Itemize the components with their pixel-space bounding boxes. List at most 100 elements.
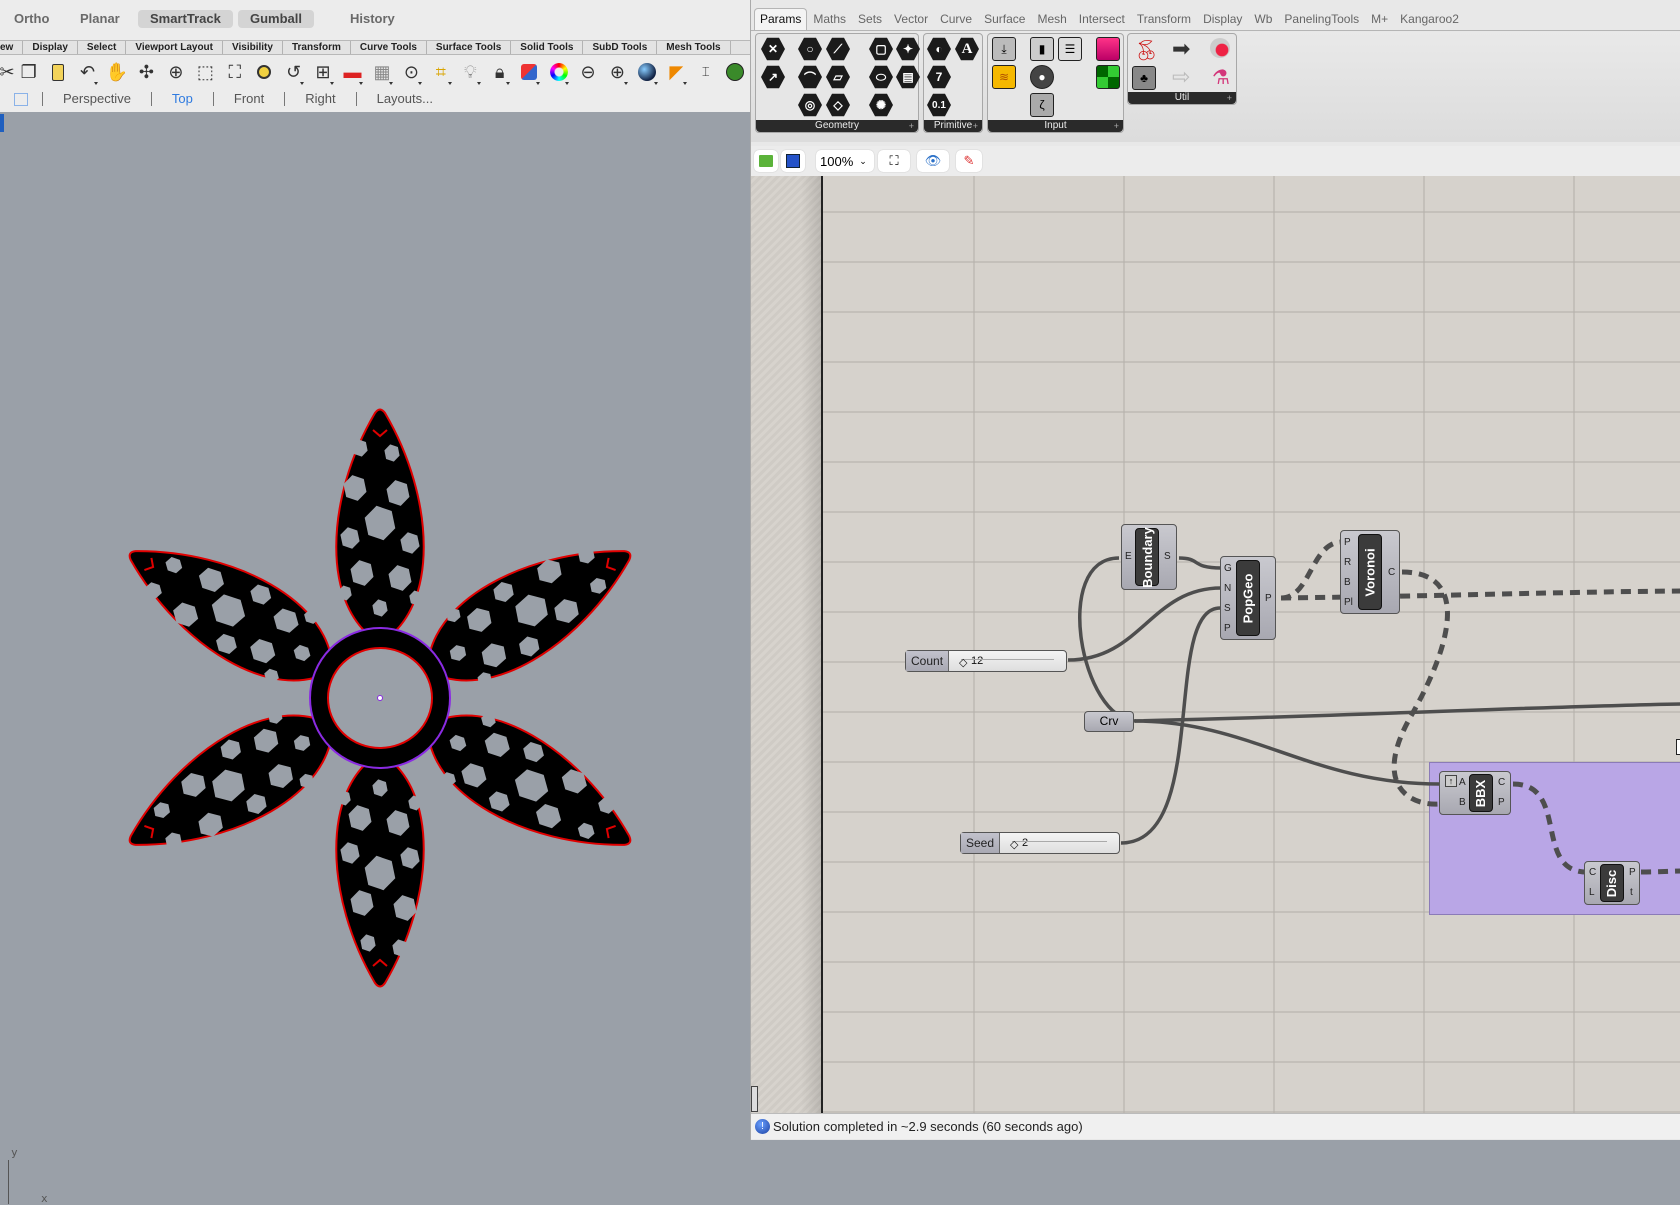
slider-seed-track[interactable]: ◇ 2: [1000, 833, 1119, 853]
toggle-history[interactable]: History: [338, 10, 407, 28]
gh-tab-mesh[interactable]: Mesh: [1031, 12, 1072, 30]
car-icon[interactable]: ▬: [338, 58, 367, 86]
rhino-tab-visibility[interactable]: Visibility: [223, 41, 283, 54]
rhino-tab-surface-tools[interactable]: Surface Tools: [427, 41, 512, 54]
port-pl[interactable]: Pl: [1344, 597, 1353, 608]
port-p[interactable]: P: [1498, 797, 1505, 808]
port-a[interactable]: A: [1459, 777, 1466, 788]
port-p[interactable]: P: [1344, 537, 1351, 548]
rhino-tab-solid-tools[interactable]: Solid Tools: [511, 41, 584, 54]
zoom-icon[interactable]: ⊕: [161, 58, 190, 86]
tree-icon[interactable]: ♣: [1132, 66, 1156, 90]
node-crv[interactable]: Crv: [1084, 711, 1134, 732]
geometry-param-icon[interactable]: ✕: [761, 37, 785, 61]
undo-view-icon[interactable]: ↺: [279, 58, 308, 86]
pan-icon[interactable]: ✋: [102, 58, 131, 86]
port-t[interactable]: t: [1630, 887, 1633, 898]
gh-tab-mplus[interactable]: M+: [1365, 12, 1394, 30]
integer-param-icon[interactable]: 7: [927, 65, 951, 89]
data-input-icon[interactable]: ⤓: [992, 37, 1016, 61]
digit-scroller-icon[interactable]: ζ: [1030, 93, 1054, 117]
slider-handle-icon[interactable]: ◇: [959, 653, 967, 673]
osnap-icon[interactable]: ⌗: [426, 58, 455, 86]
node-boundary[interactable]: Boundary E S: [1121, 524, 1177, 590]
render-sphere-icon[interactable]: [632, 58, 661, 86]
rhino-tab-viewport-layout[interactable]: Viewport Layout: [126, 41, 223, 54]
cone-icon[interactable]: ◤: [662, 58, 691, 86]
single-viewport-icon[interactable]: [14, 92, 28, 106]
viewport-tab-right[interactable]: Right: [285, 90, 355, 108]
mesh-param-icon[interactable]: ▤: [896, 65, 920, 89]
gh-tab-curve[interactable]: Curve: [934, 12, 978, 30]
port-c[interactable]: C: [1589, 867, 1596, 878]
gh-tab-kangaroo2[interactable]: Kangaroo2: [1394, 12, 1465, 30]
port-n[interactable]: N: [1224, 583, 1231, 594]
sketch-button[interactable]: ✎: [956, 150, 982, 172]
viewport-tab-front[interactable]: Front: [214, 90, 284, 108]
arrow-right-filled-icon[interactable]: ➡: [1172, 36, 1190, 62]
port-r[interactable]: R: [1344, 557, 1351, 568]
surface-param-icon[interactable]: ✦: [896, 37, 920, 61]
slider-count[interactable]: Count ◇ 12: [905, 650, 1067, 672]
expand-icon[interactable]: +: [909, 120, 914, 132]
port-c[interactable]: C: [1388, 567, 1395, 578]
light-icon[interactable]: 💡︎: [456, 58, 485, 86]
paste-icon[interactable]: [43, 58, 72, 86]
gh-tab-wb[interactable]: Wb: [1248, 12, 1278, 30]
offscreen-node-edge[interactable]: [1676, 739, 1680, 755]
port-p-out[interactable]: P: [1265, 593, 1272, 604]
text-param-icon[interactable]: A: [955, 37, 979, 61]
cut-icon[interactable]: ✂: [0, 58, 15, 86]
wire-sphere-icon[interactable]: ⊖: [573, 58, 602, 86]
top-viewport[interactable]: y x: [0, 112, 750, 1205]
gh-tab-sets[interactable]: Sets: [852, 12, 888, 30]
gh-tab-transform[interactable]: Transform: [1131, 12, 1197, 30]
open-file-button[interactable]: [754, 150, 778, 172]
undo-icon[interactable]: ↶: [73, 58, 102, 86]
rotate-view-icon[interactable]: ✣: [132, 58, 161, 86]
copy-icon[interactable]: ❐: [14, 58, 43, 86]
gh-tab-params[interactable]: Params: [754, 8, 808, 30]
rhino-tab-mesh-tools[interactable]: Mesh Tools: [657, 41, 731, 54]
layer-icon[interactable]: [514, 58, 543, 86]
mask-icon[interactable]: [1210, 38, 1230, 58]
rectangle-param-icon[interactable]: ▱: [826, 65, 850, 89]
node-voronoi[interactable]: Voronoi P R B Pl C: [1340, 530, 1400, 614]
four-viewports-icon[interactable]: ⊞: [308, 58, 337, 86]
grid-icon[interactable]: ▦: [367, 58, 396, 86]
color-wheel-icon[interactable]: [544, 58, 573, 86]
zoom-extents-button[interactable]: ⛶: [878, 150, 910, 172]
zoom-window-icon[interactable]: ⬚: [191, 58, 220, 86]
port-s[interactable]: S: [1164, 551, 1171, 562]
boolean-param-icon[interactable]: ◐: [927, 37, 951, 61]
flask-icon[interactable]: ⚗: [1212, 65, 1230, 90]
circle-param-icon[interactable]: ○: [798, 37, 822, 61]
port-b[interactable]: B: [1459, 797, 1466, 808]
viewport-tab-top[interactable]: Top: [152, 90, 213, 108]
slider-count-track[interactable]: ◇ 12: [949, 651, 1066, 671]
gh-tab-panelingtools[interactable]: PanelingTools: [1278, 12, 1365, 30]
brep-param-icon[interactable]: ⬭: [869, 65, 893, 89]
viewport-tab-perspective[interactable]: Perspective: [43, 90, 151, 108]
zoom-select[interactable]: 100% ⌄: [816, 150, 874, 172]
slider-handle-icon[interactable]: ◇: [1010, 835, 1018, 855]
vector-param-icon[interactable]: ↗: [761, 65, 785, 89]
toggle-smarttrack[interactable]: SmartTrack: [138, 10, 233, 28]
expand-icon[interactable]: +: [1114, 120, 1119, 132]
gh-tab-surface[interactable]: Surface: [978, 12, 1031, 30]
port-l[interactable]: L: [1589, 887, 1595, 898]
gh-tab-maths[interactable]: Maths: [807, 12, 852, 30]
dimension-icon[interactable]: ⌶: [691, 58, 720, 86]
toggle-planar[interactable]: Planar: [68, 10, 132, 28]
gh-tab-display[interactable]: Display: [1197, 12, 1248, 30]
line-param-icon[interactable]: ⟋: [826, 37, 850, 61]
cherry-picker-icon[interactable]: 🍒︎: [1134, 38, 1159, 63]
rhino-tab-select[interactable]: Select: [78, 41, 127, 54]
node-bbx[interactable]: BBX ↑ A B C P: [1439, 771, 1511, 815]
zoom-selected-icon[interactable]: [250, 58, 279, 86]
color-swatch-icon[interactable]: [1096, 65, 1120, 89]
rhino-tab-view[interactable]: ew: [0, 41, 24, 54]
gradient-slider-icon[interactable]: [1096, 37, 1120, 61]
viewport-tab-layouts[interactable]: Layouts...: [357, 90, 453, 108]
rhino-tab-subd-tools[interactable]: SubD Tools: [583, 41, 658, 54]
